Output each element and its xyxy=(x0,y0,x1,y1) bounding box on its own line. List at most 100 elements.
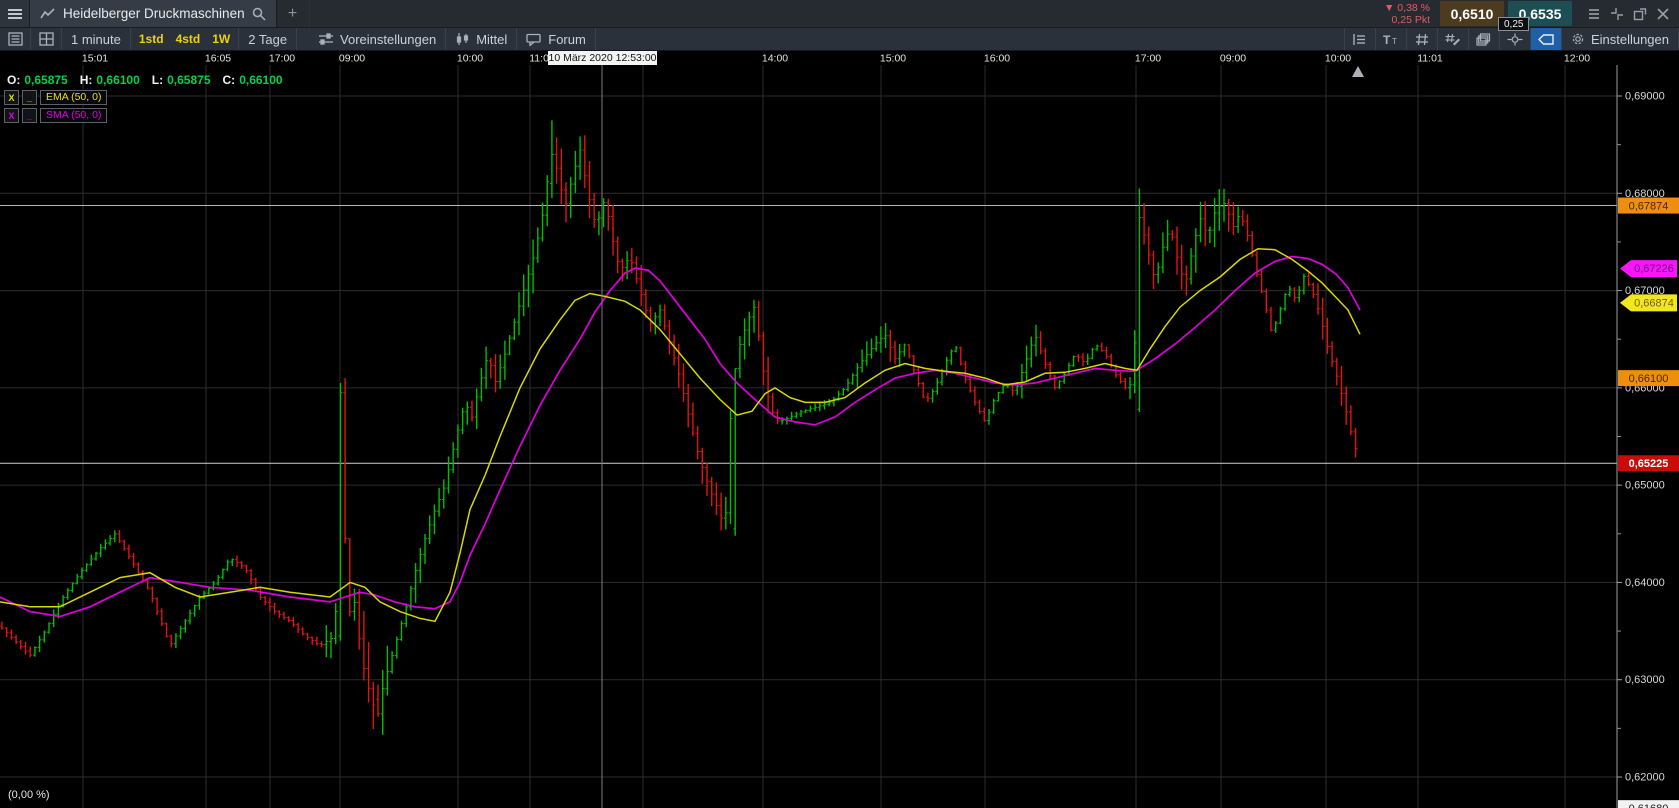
timeframe-1w-button[interactable]: 1W xyxy=(206,32,236,46)
chart-canvas[interactable]: 15:0116:0517:0009:0010:0011:0114:0015:00… xyxy=(0,0,1679,808)
sliders-icon xyxy=(318,33,334,46)
sma-remove-button[interactable]: X xyxy=(4,108,19,123)
interval-button[interactable]: 1 minute xyxy=(62,28,131,50)
session-change-label: (0,00 %) xyxy=(8,789,50,801)
timeframe-group: 1std 4std 1W xyxy=(131,28,239,50)
search-icon[interactable] xyxy=(252,7,266,21)
layers-icon xyxy=(1476,33,1491,46)
collapse-window-button[interactable] xyxy=(1609,6,1625,22)
indicator-row-ema: X _ EMA (50, 0) xyxy=(4,90,107,105)
details-panel-button[interactable] xyxy=(0,28,31,50)
quote-menu-button[interactable] xyxy=(1586,6,1602,22)
close-value: 0,66100 xyxy=(239,73,282,87)
chart-line-icon xyxy=(40,7,56,20)
quote-menu-icon xyxy=(1587,8,1601,20)
high-value: 0,66100 xyxy=(96,73,139,87)
presets-label: Voreinstellungen xyxy=(340,32,436,47)
ema-style-button[interactable]: _ xyxy=(22,90,37,105)
new-tab-button[interactable]: + xyxy=(277,0,310,27)
time-axis-label: 12:00 xyxy=(1564,53,1590,65)
collapse-icon xyxy=(1610,7,1624,21)
svg-text:T: T xyxy=(1392,37,1397,46)
price-marker-label: 0,61680 xyxy=(1629,803,1669,808)
ema-remove-button[interactable]: X xyxy=(4,90,19,105)
price-marker-label: 0,66874 xyxy=(1634,297,1674,309)
price-marker-label: 0,66100 xyxy=(1629,373,1669,385)
quote-change: ▼ 0,38 % 0,25 Pkt xyxy=(1384,0,1438,27)
list-icon xyxy=(8,32,23,46)
plus-icon: + xyxy=(288,5,297,23)
change-percent: ▼ 0,38 % xyxy=(1384,2,1430,14)
ema-label[interactable]: EMA (50, 0) xyxy=(40,90,107,105)
close-label: C: xyxy=(223,73,236,87)
layout-grid-icon xyxy=(39,32,54,46)
chart-toolbar: 1 minute 1std 4std 1W 2 Tage Voreinstell… xyxy=(0,28,1679,51)
sma-style-button[interactable]: _ xyxy=(22,108,37,123)
window-controls xyxy=(1574,0,1679,27)
price-axis-label: 0,63000 xyxy=(1625,674,1665,686)
indicators-label: Mittel xyxy=(476,32,507,47)
price-axis-label: 0,62000 xyxy=(1625,772,1665,784)
timeframe-1h-button[interactable]: 1std xyxy=(133,32,170,46)
crosshair-tool-button[interactable] xyxy=(1500,28,1531,50)
candles-icon xyxy=(455,32,470,46)
interval-label: 1 minute xyxy=(71,32,121,47)
crosshair-dot-icon xyxy=(1507,33,1523,46)
time-axis-label: 11:01 xyxy=(1417,53,1443,65)
time-axis-label: 09:00 xyxy=(339,53,365,65)
presets-button[interactable]: Voreinstellungen xyxy=(309,28,446,50)
text-tool-button[interactable]: TT xyxy=(1376,28,1407,50)
range-button[interactable]: 2 Tage xyxy=(239,28,297,50)
object-list-button[interactable] xyxy=(1344,28,1376,50)
bid-price[interactable]: 0,6510 xyxy=(1440,1,1504,26)
sma-line xyxy=(0,257,1360,617)
indicator-row-sma: X _ SMA (50, 0) xyxy=(4,108,107,123)
instrument-tab[interactable]: Heidelberger Druckmaschinen xyxy=(30,0,277,27)
layout-button[interactable] xyxy=(31,28,62,50)
change-points: 0,25 Pkt xyxy=(1391,14,1430,26)
panel-lines-icon xyxy=(1352,33,1367,46)
popout-window-button[interactable] xyxy=(1632,6,1648,22)
price-marker-label: 0,67226 xyxy=(1634,263,1674,275)
settings-label: Einstellungen xyxy=(1591,32,1669,47)
text-tool-icon: TT xyxy=(1382,33,1399,46)
gear-icon xyxy=(1571,32,1585,46)
high-label: H: xyxy=(80,73,93,87)
forum-button[interactable]: Forum xyxy=(517,28,596,50)
time-axis-label: 15:01 xyxy=(82,53,108,65)
ema-line xyxy=(0,249,1360,622)
price-tag-icon xyxy=(1538,33,1554,46)
drawing-tools-button[interactable] xyxy=(1407,28,1438,50)
price-marker-tool-button[interactable] xyxy=(1531,28,1562,50)
edit-drawing-button[interactable] xyxy=(1438,28,1469,50)
timeframe-4h-button[interactable]: 4std xyxy=(170,32,207,46)
grid-pencil-icon xyxy=(1445,33,1461,46)
price-marker-label: 0,65225 xyxy=(1629,458,1669,470)
time-axis-label: 09:00 xyxy=(1220,53,1246,65)
low-value: 0,65875 xyxy=(167,73,210,87)
sma-label[interactable]: SMA (50, 0) xyxy=(40,108,107,123)
settings-button[interactable]: Einstellungen xyxy=(1562,28,1679,50)
speech-bubble-icon xyxy=(526,33,542,46)
svg-text:T: T xyxy=(1383,33,1391,46)
grid-hash-icon xyxy=(1415,33,1429,46)
price-marker-label: 0,67874 xyxy=(1629,200,1669,212)
price-axis-label: 0,65000 xyxy=(1625,480,1665,492)
spread-badge: 0,25 xyxy=(1498,17,1529,31)
low-label: L: xyxy=(152,73,163,87)
time-axis-label: 10:00 xyxy=(1325,53,1351,65)
ohlc-legend: O:0,65875 H:0,66100 L:0,65875 C:0,66100 xyxy=(7,73,283,87)
close-window-button[interactable] xyxy=(1655,6,1671,22)
hamburger-icon xyxy=(7,8,23,20)
indicators-button[interactable]: Mittel xyxy=(446,28,517,50)
title-bar: Heidelberger Druckmaschinen + ▼ 0,38 % 0… xyxy=(0,0,1679,28)
toolbar-spacer xyxy=(596,28,1344,50)
main-menu-button[interactable] xyxy=(0,0,30,27)
popout-icon xyxy=(1633,7,1647,21)
price-axis-label: 0,69000 xyxy=(1625,91,1665,103)
time-axis-label: 17:00 xyxy=(269,53,295,65)
time-axis-label: 10:00 xyxy=(457,53,483,65)
open-value: 0,65875 xyxy=(24,73,67,87)
instrument-title: Heidelberger Druckmaschinen xyxy=(63,6,245,21)
windows-stack-button[interactable] xyxy=(1469,28,1500,50)
